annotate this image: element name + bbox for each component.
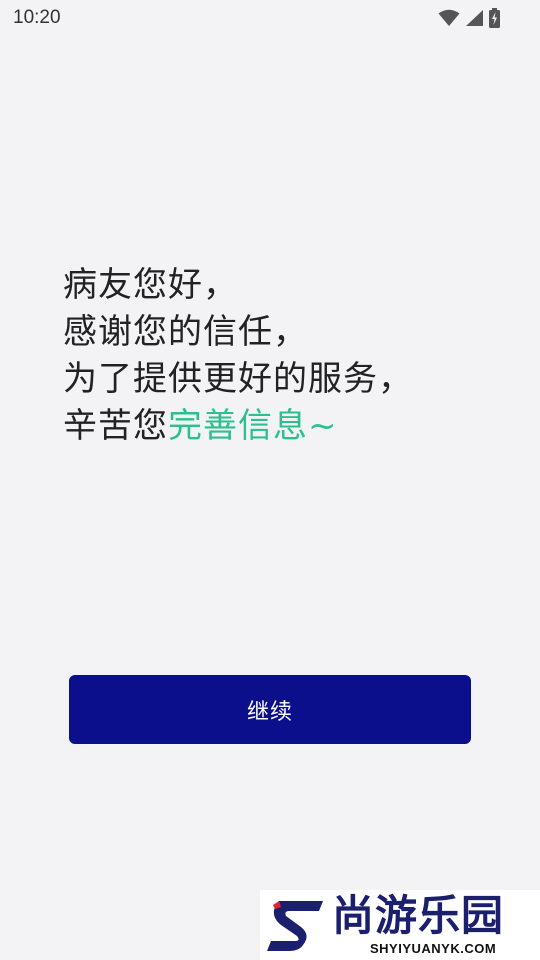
greeting-line-2: 感谢您的信任， <box>63 312 308 352</box>
watermark-badge: 尚游乐园 SHYIYUANYK.COM <box>260 890 540 960</box>
continue-button[interactable]: 继续 <box>69 675 471 744</box>
greeting-message: 病友您好， 感谢您的信任， 为了提供更好的服务， 辛苦您完善信息~ <box>63 262 493 450</box>
watermark-url: SHYIYUANYK.COM <box>370 941 497 956</box>
watermark-logo-icon <box>265 895 329 959</box>
status-icons <box>438 8 500 28</box>
status-bar: 10:20 <box>0 0 540 36</box>
greeting-line-4: 辛苦您完善信息~ <box>63 403 493 450</box>
complete-info-highlight: 完善信息~ <box>168 406 338 446</box>
greeting-line-1: 病友您好， <box>63 265 238 305</box>
watermark-title: 尚游乐园 <box>332 891 505 940</box>
greeting-line-4-prefix: 辛苦您 <box>63 406 168 446</box>
greeting-line-3: 为了提供更好的服务， <box>63 359 413 399</box>
status-time: 10:20 <box>13 7 61 28</box>
wifi-icon <box>438 9 460 27</box>
cell-signal-icon <box>465 9 484 27</box>
battery-charging-icon <box>489 8 500 28</box>
